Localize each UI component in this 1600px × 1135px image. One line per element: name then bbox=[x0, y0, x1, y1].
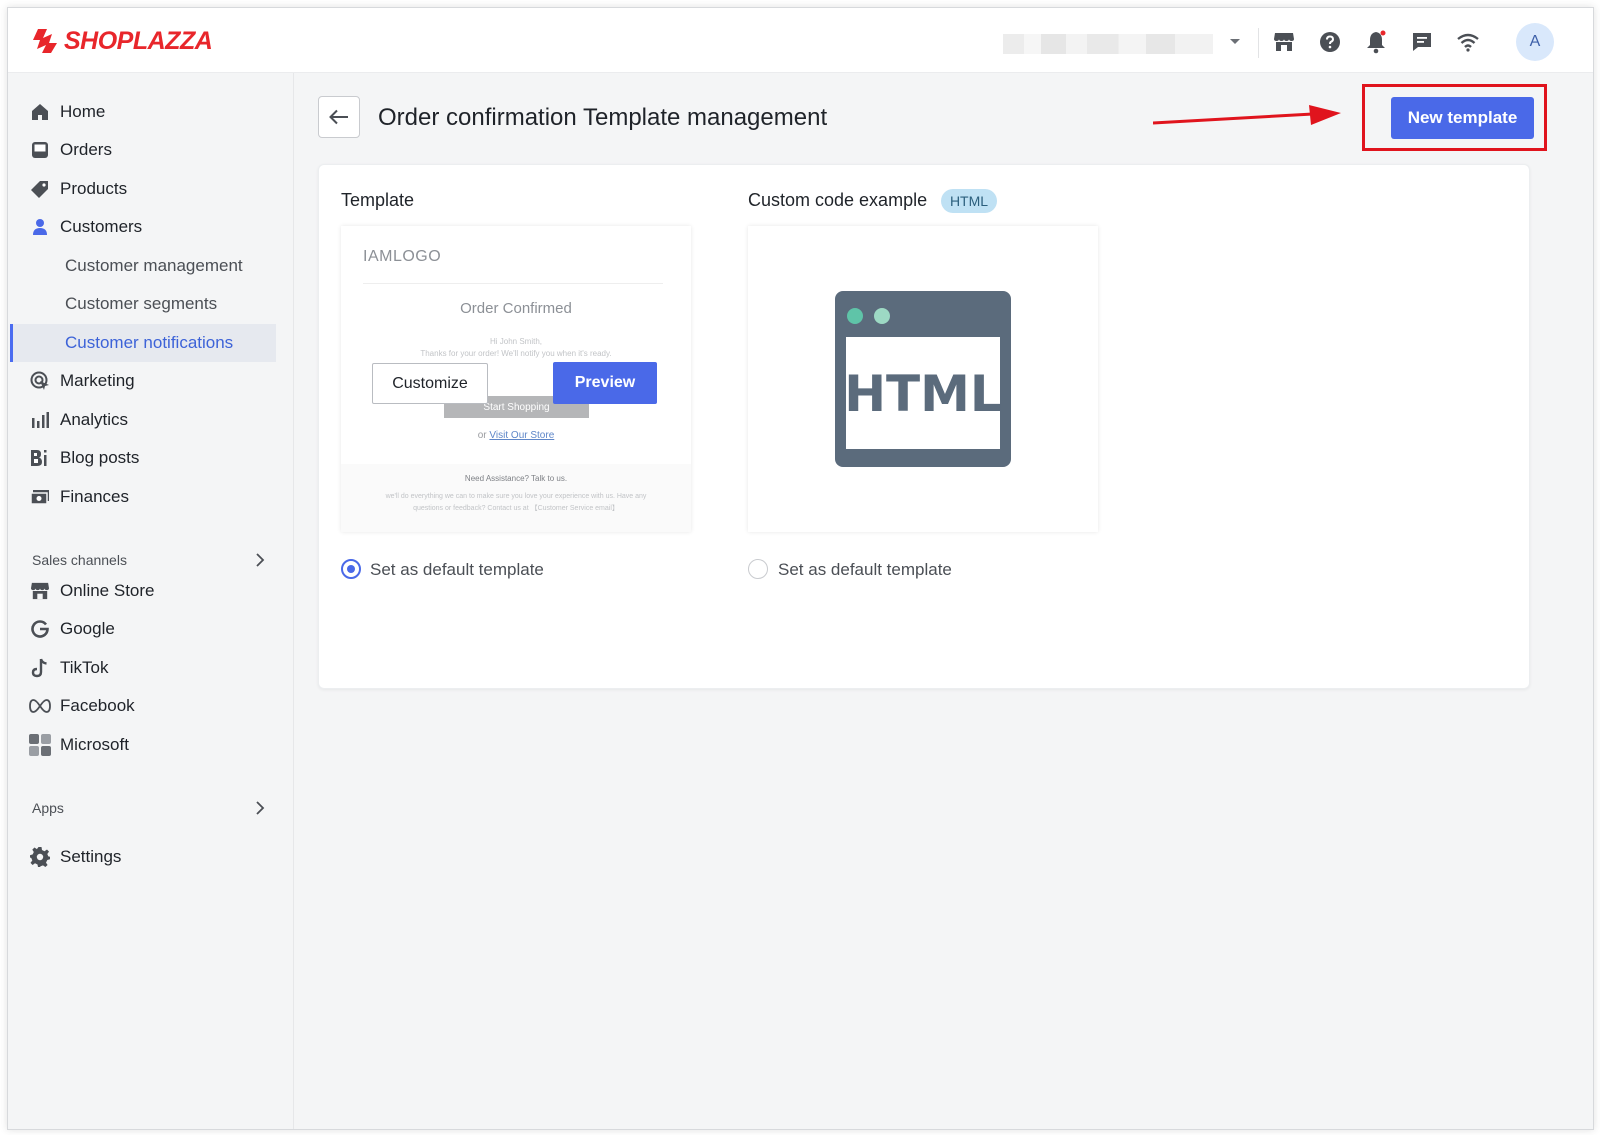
apps-heading: Apps bbox=[32, 800, 64, 816]
preview-visit-link: Visit Our Store bbox=[489, 430, 555, 441]
shoplazza-logo[interactable]: SHOPLAZZA bbox=[30, 26, 213, 56]
sidebar-item-label: Orders bbox=[60, 140, 112, 159]
preview-button[interactable]: Preview bbox=[553, 362, 657, 404]
microsoft-icon bbox=[29, 734, 51, 756]
sidebar-item-orders[interactable]: Orders bbox=[8, 131, 283, 169]
sidebar-item-google[interactable]: Google bbox=[8, 610, 283, 648]
store-icon[interactable] bbox=[1270, 28, 1298, 56]
brand-name: SHOPLAZZA bbox=[64, 26, 213, 55]
arrow-left-icon bbox=[329, 109, 348, 125]
page-title: Order confirmation Template management bbox=[378, 104, 828, 131]
bar-chart-icon bbox=[29, 409, 51, 431]
sidebar-subitem-label: Customer management bbox=[65, 256, 243, 275]
sidebar-item-label: Products bbox=[60, 179, 128, 198]
tag-icon bbox=[29, 178, 51, 200]
default-template-radio-2[interactable] bbox=[748, 559, 768, 579]
blog-icon bbox=[29, 447, 51, 469]
chevron-right-icon[interactable] bbox=[253, 553, 267, 567]
sidebar-item-label: Customers bbox=[60, 217, 143, 236]
custom-code-column-title: Custom code example bbox=[748, 190, 928, 210]
sidebar-item-microsoft[interactable]: Microsoft bbox=[8, 726, 283, 764]
sidebar-item-analytics[interactable]: Analytics bbox=[8, 401, 283, 439]
chevron-down-icon[interactable] bbox=[1225, 32, 1245, 52]
annotation-highlight-box bbox=[1362, 84, 1547, 151]
chat-icon[interactable] bbox=[1408, 28, 1436, 56]
sidebar-item-blog-posts[interactable]: Blog posts bbox=[8, 439, 283, 477]
help-icon[interactable] bbox=[1316, 28, 1344, 56]
sidebar-item-label: Online Store bbox=[60, 581, 155, 600]
sidebar-item-settings[interactable]: Settings bbox=[8, 838, 283, 876]
html-illustration-label: HTML bbox=[844, 365, 1002, 423]
default-template-label-2: Set as default template bbox=[778, 560, 952, 579]
sidebar-item-customers[interactable]: Customers bbox=[8, 208, 283, 246]
chevron-right-icon[interactable] bbox=[253, 801, 267, 815]
sidebar-item-label: Facebook bbox=[60, 696, 135, 715]
template-column-title: Template bbox=[341, 190, 415, 210]
preview-title: Order Confirmed bbox=[460, 300, 572, 317]
preview-logo: IAMLOGO bbox=[363, 248, 442, 265]
shoplazza-mark-icon bbox=[33, 29, 57, 53]
annotation-arrow bbox=[1153, 105, 1341, 125]
store-name-redacted[interactable] bbox=[1003, 34, 1213, 54]
sidebar-item-label: Google bbox=[60, 619, 115, 638]
google-icon bbox=[29, 618, 51, 640]
default-template-radio-1[interactable] bbox=[341, 559, 361, 579]
divider bbox=[1258, 28, 1259, 58]
sales-channels-heading: Sales channels bbox=[32, 552, 127, 568]
preview-visit-line: or Visit Our Store bbox=[341, 430, 691, 441]
inbox-icon bbox=[29, 139, 51, 161]
preview-help-line: we'll do everything we can to make sure … bbox=[385, 493, 647, 500]
store-icon bbox=[29, 580, 51, 602]
customize-button[interactable]: Customize bbox=[372, 363, 488, 404]
avatar[interactable]: A bbox=[1516, 23, 1554, 61]
custom-code-thumbnail[interactable]: HTML bbox=[748, 226, 1098, 532]
finance-icon bbox=[29, 486, 51, 508]
home-icon bbox=[29, 101, 51, 123]
sidebar-item-online-store[interactable]: Online Store bbox=[8, 572, 283, 610]
preview-message: Thanks for your order! We'll notify you … bbox=[420, 349, 612, 358]
sidebar-subitem-label: Customer segments bbox=[65, 294, 218, 313]
top-bar: SHOPLAZZA A bbox=[8, 8, 1593, 73]
sidebar-item-home[interactable]: Home bbox=[8, 93, 283, 131]
preview-help-title: Need Assistance? Talk to us. bbox=[464, 474, 568, 483]
sidebar-subitem-label: Customer notifications bbox=[65, 333, 234, 352]
sidebar-item-label: Analytics bbox=[60, 410, 129, 429]
preview-or-text: or bbox=[477, 430, 487, 441]
sidebar-item-facebook[interactable]: Facebook bbox=[8, 687, 283, 725]
active-indicator bbox=[10, 324, 13, 362]
sidebar-item-label: Finances bbox=[60, 487, 129, 506]
sidebar-subitem-customer-segments[interactable]: Customer segments bbox=[8, 285, 283, 323]
html-badge: HTML bbox=[941, 189, 997, 213]
back-button[interactable] bbox=[318, 96, 360, 138]
sidebar-item-label: Settings bbox=[60, 847, 122, 866]
sidebar: Home Orders Products Customers Customer … bbox=[8, 73, 294, 1129]
sidebar-item-label: TikTok bbox=[60, 658, 109, 677]
person-icon bbox=[29, 216, 51, 238]
gear-icon bbox=[29, 846, 51, 868]
default-template-label-1: Set as default template bbox=[370, 560, 544, 579]
html-file-icon: HTML bbox=[835, 291, 1011, 467]
sidebar-subitem-customer-management[interactable]: Customer management bbox=[8, 247, 283, 285]
sidebar-item-tiktok[interactable]: TikTok bbox=[8, 649, 283, 687]
preview-greeting: Hi John Smith, bbox=[489, 337, 543, 346]
sidebar-item-label: Marketing bbox=[60, 371, 135, 390]
preview-help-line: questions or feedback? Contact us at 【Cu… bbox=[413, 505, 619, 512]
divider bbox=[363, 283, 663, 284]
sidebar-item-marketing[interactable]: Marketing bbox=[8, 362, 283, 400]
sidebar-item-finances[interactable]: Finances bbox=[8, 478, 283, 516]
app-window: SHOPLAZZA A Home Orders Products Custome… bbox=[7, 7, 1594, 1130]
target-icon bbox=[29, 370, 51, 392]
sidebar-subitem-customer-notifications[interactable]: Customer notifications bbox=[10, 324, 276, 362]
wifi-icon[interactable] bbox=[1454, 28, 1482, 56]
tiktok-icon bbox=[29, 657, 51, 679]
meta-icon bbox=[29, 695, 51, 717]
sidebar-item-products[interactable]: Products bbox=[8, 170, 283, 208]
sidebar-item-label: Blog posts bbox=[60, 448, 140, 467]
bell-icon[interactable] bbox=[1362, 28, 1390, 56]
sidebar-item-label: Home bbox=[60, 102, 106, 121]
sidebar-item-label: Microsoft bbox=[60, 735, 129, 754]
